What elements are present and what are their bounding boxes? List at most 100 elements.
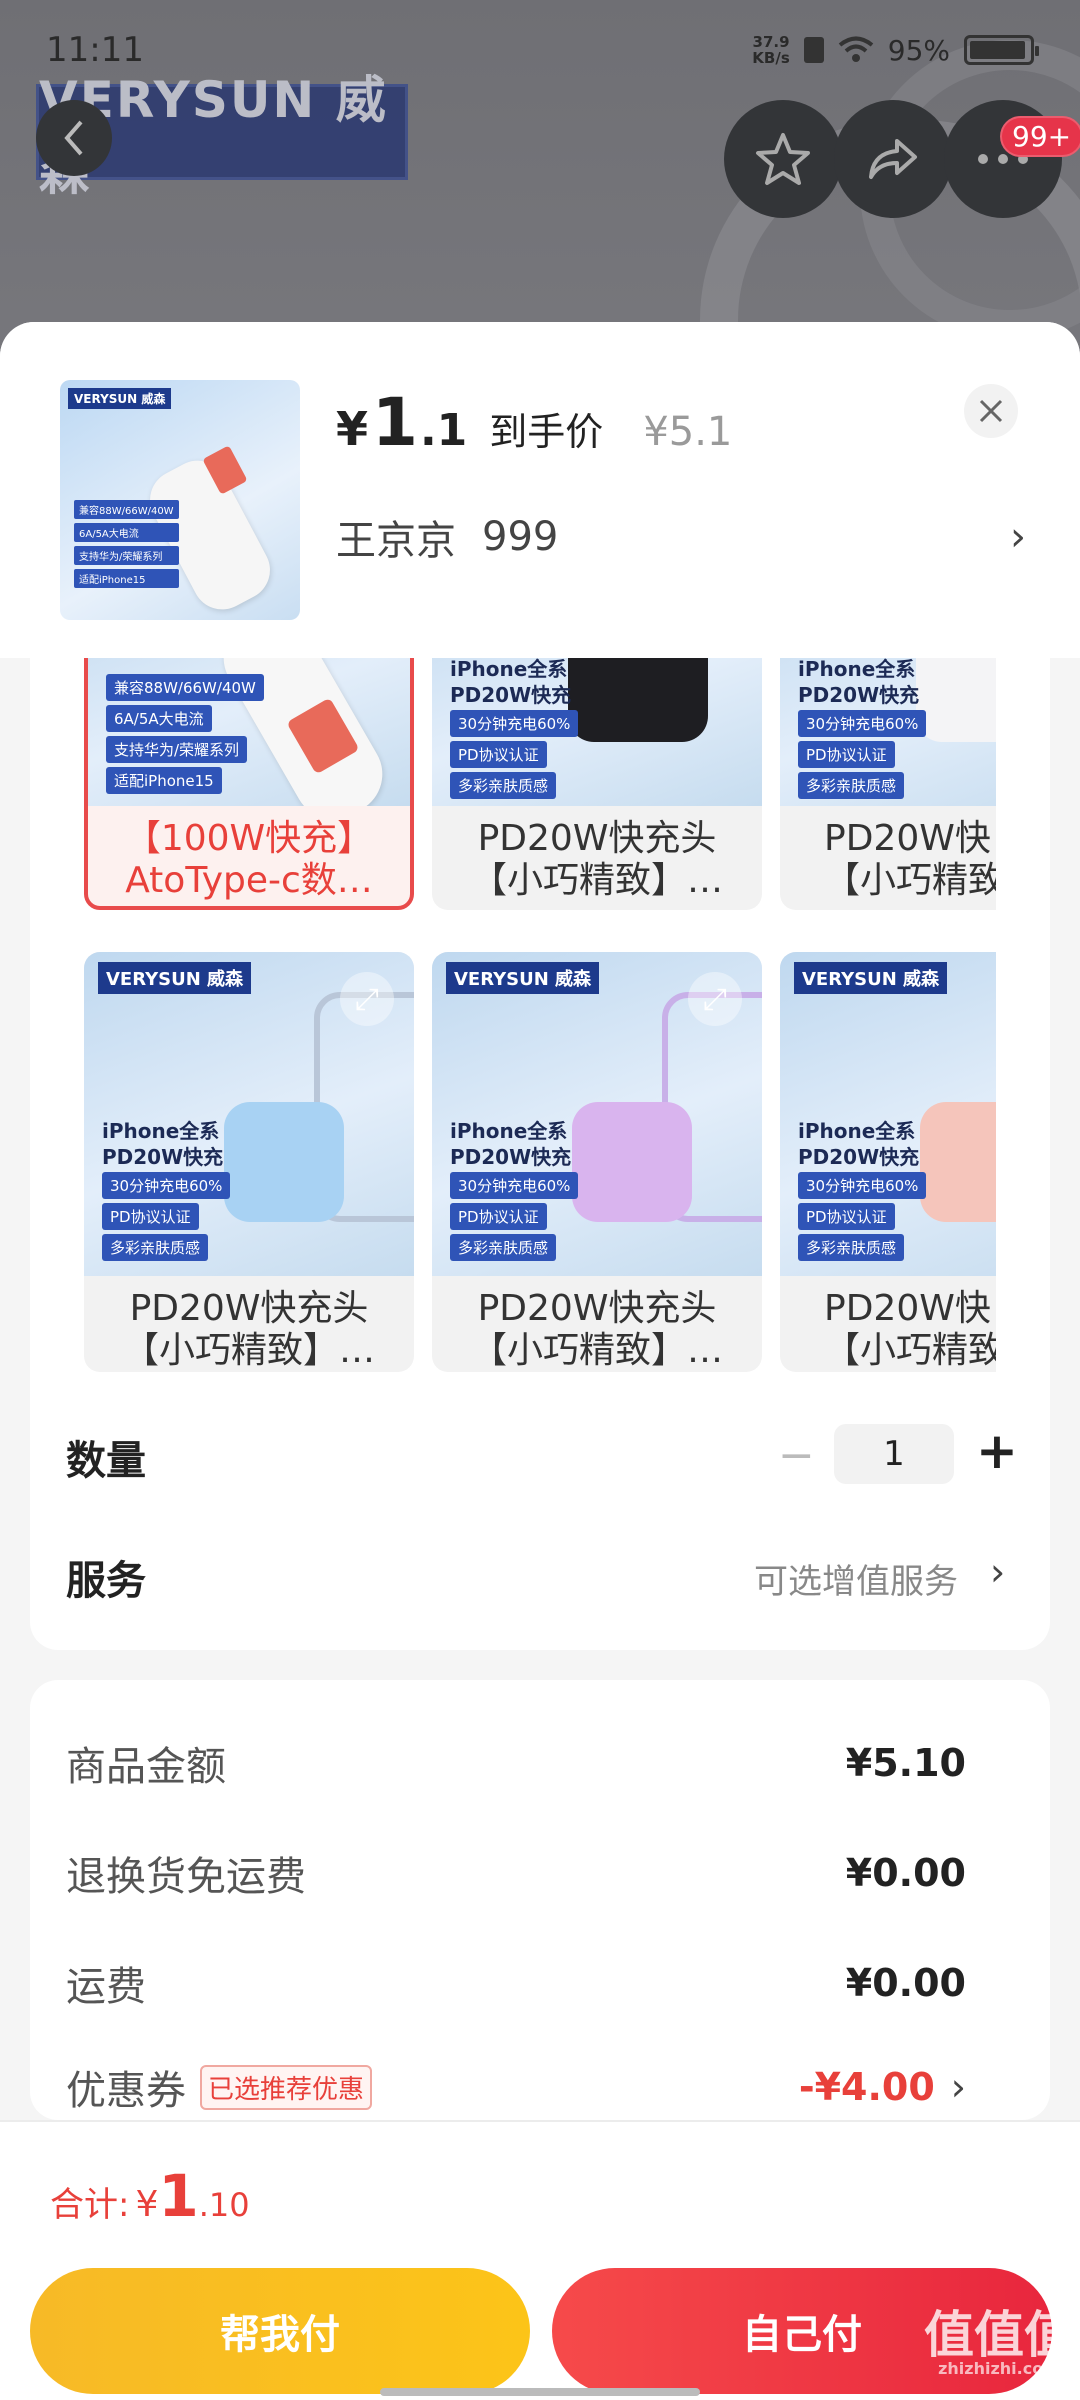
shipping-row: 运费 ¥0.00 [66, 1954, 966, 2012]
sku-tag: 30分钟充电60% [102, 1172, 231, 1199]
status-icons: 37.9 KB/s 95% [752, 34, 1039, 67]
back-button[interactable] [36, 100, 112, 176]
sku-option[interactable]: VERYSUN 威森 ⤢ iPhone全系 PD20W快充 30分钟充电60% … [84, 952, 414, 1372]
chevron-right-icon[interactable]: › [990, 1550, 1005, 1594]
sku-tags: iPhone全系 PD20W快充 30分钟充电60% PD协议认证 多彩亲肤质感 [798, 658, 927, 799]
sku-tag: 支持华为/荣耀系列 [106, 736, 248, 763]
sku-tag: 多彩亲肤质感 [798, 772, 905, 799]
service-option[interactable]: 可选增值服务 [754, 1554, 958, 1603]
watermark: 值值值 zhizhizhi.com [924, 2310, 1074, 2378]
home-indicator[interactable] [380, 2388, 700, 2396]
sku-name: 【100W快充】 AtoType-c数… [88, 818, 410, 902]
goods-amount-row: 商品金额 ¥5.10 [66, 1734, 966, 1792]
thumb-tags: 兼容88W/66W/40W 6A/5A大电流 支持华为/荣耀系列 适配iPhon… [74, 500, 179, 588]
sku-tag: 适配iPhone15 [106, 767, 222, 794]
sku-name: PD20W快充头 【小巧精致】… [84, 1288, 414, 1372]
sku-option[interactable]: VERYSUN 威森 ⤢ iPhone全系 PD20W快充 30分钟充电60% … [432, 952, 762, 1372]
sku-grid: 兼容88W/66W/40W 6A/5A大电流 支持华为/荣耀系列 适配iPhon… [84, 658, 996, 1390]
expand-icon[interactable]: ⤢ [340, 972, 394, 1026]
quantity-increase-button[interactable]: + [976, 1422, 1018, 1480]
price-decimal: .1 [419, 405, 468, 456]
sku-tags: iPhone全系 PD20W快充 30分钟充电60% PD协议认证 多彩亲肤质感 [450, 1119, 579, 1261]
sku-tag: 30分钟充电60% [798, 1172, 927, 1199]
sku-name-line2: 【小巧精致】… [470, 1330, 723, 1371]
quantity-input[interactable]: 1 [834, 1424, 954, 1484]
sku-tag: 多彩亲肤质感 [450, 1234, 557, 1261]
sku-logo: VERYSUN 威森 [446, 962, 600, 994]
battery-icon [964, 35, 1039, 65]
sku-tag: PD协议认证 [102, 1203, 199, 1230]
final-price-label: 到手价 [489, 410, 604, 454]
chevron-right-icon: › [1010, 514, 1026, 560]
charger-shape [568, 658, 708, 742]
seller-number: 999 [482, 514, 559, 560]
sku-tag: 多彩亲肤质感 [450, 772, 557, 799]
sku-tag: 6A/5A大电流 [106, 705, 212, 732]
sku-name-line2: 【小巧精致】… [470, 860, 723, 901]
total-label: 合计: [50, 2185, 130, 2225]
share-button[interactable] [834, 100, 952, 218]
help-me-pay-button[interactable]: 帮我付 [30, 2268, 530, 2394]
goods-amount-value: ¥5.10 [845, 1741, 966, 1785]
sku-title: PD20W快充 [450, 1145, 572, 1169]
sku-tag: PD协议认证 [798, 1203, 895, 1230]
return-shipping-value: ¥0.00 [845, 1851, 966, 1895]
favorite-button[interactable] [724, 100, 842, 218]
sku-option[interactable]: iPhone全系 PD20W快充 30分钟充电60% PD协议认证 多彩亲肤质感… [780, 658, 996, 910]
sku-name: PD20W快充头 【小巧精致】… [432, 818, 762, 902]
return-shipping-label: 退换货免运费 [66, 1854, 306, 1900]
sku-tag: 30分钟充电60% [450, 1172, 579, 1199]
product-thumbnail[interactable]: VERYSUN 威森 兼容88W/66W/40W 6A/5A大电流 支持华为/荣… [60, 380, 300, 620]
sku-option[interactable]: 兼容88W/66W/40W 6A/5A大电流 支持华为/荣耀系列 适配iPhon… [84, 658, 414, 910]
sku-title: iPhone全系 [450, 658, 568, 681]
sku-name-line1: PD20W快充头 [477, 818, 717, 859]
total-decimal: .10 [198, 2186, 250, 2224]
sku-name-line2: AtoType-c数… [125, 860, 373, 901]
sku-tags: iPhone全系 PD20W快充 30分钟充电60% PD协议认证 多彩亲肤质感 [102, 1120, 231, 1261]
coupon-tag: 已选推荐优惠 [200, 2064, 373, 2110]
seller-name: 王京京 [336, 518, 456, 564]
shipping-value: ¥0.00 [845, 1961, 966, 2005]
expand-icon[interactable]: ⤢ [688, 972, 742, 1026]
charger-shape [572, 1102, 692, 1222]
sku-name-line1: PD20W快 [824, 1288, 991, 1329]
sku-title: PD20W快充 [798, 683, 920, 707]
charger-shape [916, 658, 996, 742]
sku-tag: PD协议认证 [450, 741, 547, 768]
sku-name: PD20W快 【小巧精致 [780, 1288, 996, 1372]
sku-name-line2: 【小巧精致 [824, 1330, 996, 1371]
coupon-row[interactable]: 优惠券 已选推荐优惠 -¥4.00 › [66, 2058, 966, 2116]
sku-title: iPhone全系 [450, 1119, 568, 1143]
goods-amount-label: 商品金额 [66, 1744, 226, 1790]
sku-title: PD20W快充 [798, 1145, 920, 1169]
shipping-label: 运费 [66, 1964, 146, 2010]
sku-tag: PD协议认证 [450, 1203, 547, 1230]
network-speed: 37.9 KB/s [752, 34, 789, 66]
thumb-logo: VERYSUN 威森 [68, 388, 172, 409]
total-price: 合计: ¥ 1 .10 [50, 2162, 250, 2230]
sku-logo: VERYSUN 威森 [794, 962, 948, 994]
thumb-tag: 支持华为/荣耀系列 [74, 546, 179, 565]
thumb-tag: 适配iPhone15 [74, 569, 179, 588]
sku-tag: 30分钟充电60% [450, 710, 579, 737]
sku-tag: PD协议认证 [798, 741, 895, 768]
sku-title: iPhone全系 [798, 1119, 916, 1143]
sku-option[interactable]: iPhone全系 PD20W快充 30分钟充电60% PD协议认证 多彩亲肤质感… [432, 658, 762, 910]
charger-shape [920, 1102, 996, 1222]
sku-option[interactable]: VERYSUN 威森 iPhone全系 PD20W快充 30分钟充电60% PD… [780, 952, 996, 1372]
sku-tag: 兼容88W/66W/40W [106, 674, 264, 701]
sku-image: iPhone全系 PD20W快充 30分钟充电60% PD协议认证 多彩亲肤质感 [432, 658, 762, 806]
service-label: 服务 [66, 1558, 146, 1604]
sku-tag: 多彩亲肤质感 [102, 1234, 209, 1261]
back-icon [64, 120, 83, 156]
status-time: 11:11 [46, 30, 144, 70]
close-button[interactable] [964, 384, 1018, 438]
sku-image: VERYSUN 威森 iPhone全系 PD20W快充 30分钟充电60% PD… [780, 952, 996, 1276]
message-count-badge: 99+ [1000, 116, 1080, 157]
seller-row[interactable]: 王京京 999 › [336, 508, 1026, 566]
coupon-label: 优惠券 [66, 2068, 186, 2114]
coupon-value: -¥4.00 [798, 2065, 935, 2109]
quantity-decrease-button[interactable]: − [778, 1430, 815, 1481]
charger-shape [224, 1102, 344, 1222]
price-integer: 1 [372, 384, 418, 461]
